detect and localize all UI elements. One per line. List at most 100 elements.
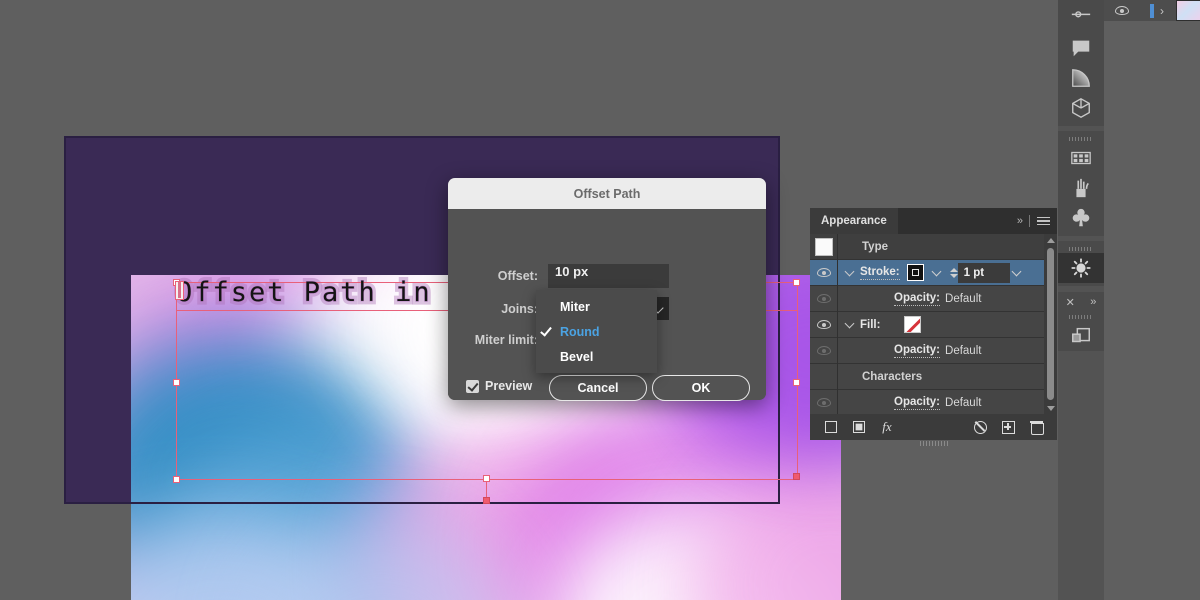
chevron-double-right-icon[interactable]: »: [1090, 296, 1096, 308]
appearance-panel[interactable]: Appearance » Type Stroke: 1 pt Opacity: …: [810, 208, 1057, 446]
fill-opacity-value: Default: [945, 344, 982, 357]
joins-dropdown-menu[interactable]: Miter Round Bevel: [536, 290, 657, 373]
stroke-visibility-toggle[interactable]: [810, 268, 837, 277]
chevron-right-icon[interactable]: ›: [1160, 4, 1164, 18]
row-divider: [837, 234, 838, 260]
menu-item-bevel[interactable]: Bevel: [536, 344, 657, 369]
menu-item-miter[interactable]: Miter: [536, 294, 657, 319]
clear-appearance-button[interactable]: [966, 420, 994, 434]
far-right-topbar[interactable]: ›: [1104, 0, 1200, 21]
panel-dock-rail[interactable]: ✕ »: [1058, 0, 1104, 600]
dock-properties-button[interactable]: [1058, 3, 1104, 33]
fill-opacity-visibility-toggle[interactable]: [810, 346, 837, 355]
appearance-panel-footer[interactable]: fx: [810, 414, 1057, 440]
stroke-weight-stepper[interactable]: [949, 267, 958, 278]
dock-brushes-button[interactable]: [1058, 173, 1104, 203]
fill-disclosure-toggle[interactable]: [838, 318, 860, 328]
dock-grip[interactable]: [1058, 312, 1104, 321]
menu-item-miter-label: Miter: [560, 299, 590, 314]
preview-row[interactable]: Preview: [466, 379, 532, 393]
stroke-color-swatch[interactable]: [906, 264, 924, 281]
offset-input[interactable]: 10 px: [548, 264, 669, 288]
appearance-row-stroke-opacity[interactable]: Opacity: Default: [810, 285, 1057, 312]
scrollbar-thumb[interactable]: [1047, 248, 1054, 400]
duplicate-item-icon: [1001, 420, 1015, 434]
scroll-up-button[interactable]: [1046, 234, 1055, 246]
anchor-type-handle-right[interactable]: [793, 473, 800, 480]
anchor-mid-left[interactable]: [173, 379, 180, 386]
appearance-row-fill[interactable]: Fill:: [810, 311, 1057, 338]
add-new-fill-button[interactable]: [845, 421, 873, 433]
dock-appearance-button[interactable]: [1058, 253, 1104, 283]
appearance-row-characters-opacity[interactable]: Opacity: Default: [810, 389, 1057, 414]
fill-label[interactable]: Fill:: [860, 319, 880, 331]
dock-gradient-button[interactable]: [1058, 63, 1104, 93]
dock-3d-button[interactable]: [1058, 93, 1104, 123]
appearance-row-type[interactable]: Type: [810, 234, 1057, 260]
eye-icon: [816, 268, 831, 277]
dock-grip[interactable]: [1058, 244, 1104, 253]
dialog-titlebar[interactable]: Offset Path: [448, 178, 766, 209]
chevron-double-right-icon[interactable]: »: [1017, 215, 1023, 227]
stroke-swatch-dropdown-icon[interactable]: [931, 266, 942, 276]
dock-comments-button[interactable]: [1058, 33, 1104, 63]
hamburger-menu-icon[interactable]: [1037, 216, 1050, 226]
stroke-disclosure-toggle[interactable]: [838, 266, 860, 276]
add-new-stroke-button[interactable]: [817, 421, 845, 433]
characters-opacity-label[interactable]: Opacity:: [894, 396, 941, 410]
expand-icon[interactable]: ✕: [1066, 296, 1075, 309]
anchor-type-handle[interactable]: [483, 497, 490, 504]
dock-symbols-button[interactable]: [1058, 203, 1104, 233]
object-thumbnail: [814, 237, 833, 256]
trash-icon: [1029, 421, 1044, 435]
miter-limit-field-row: Miter limit:: [466, 333, 538, 347]
dock-layers-button[interactable]: [1058, 321, 1104, 351]
preview-checkbox[interactable]: [466, 379, 479, 393]
preview-visibility-button[interactable]: [1104, 6, 1140, 15]
appearance-panel-tabbar[interactable]: Appearance »: [810, 208, 1057, 234]
fill-opacity-label[interactable]: Opacity:: [894, 344, 941, 358]
duplicate-item-button[interactable]: [994, 420, 1022, 434]
anchor-bottom-center[interactable]: [483, 475, 490, 482]
fill-color-swatch[interactable]: [904, 316, 922, 333]
stroke-weight-input[interactable]: 1 pt: [957, 262, 1010, 283]
cancel-button[interactable]: Cancel: [549, 375, 647, 401]
tab-appearance[interactable]: Appearance: [810, 208, 898, 234]
characters-label[interactable]: Characters: [862, 371, 922, 383]
fill-visibility-toggle[interactable]: [810, 320, 837, 329]
dock-group-1: [1058, 0, 1104, 126]
document-thumbnail[interactable]: [1176, 0, 1200, 21]
chevron-down-icon: [844, 318, 854, 328]
panel-resize-grip[interactable]: [919, 441, 948, 446]
stroke-weight-dropdown-icon[interactable]: [1011, 266, 1022, 276]
menu-item-bevel-label: Bevel: [560, 349, 594, 364]
dock-group-3: [1058, 241, 1104, 286]
brushes-icon: [1076, 178, 1089, 198]
appearance-row-stroke[interactable]: Stroke: 1 pt: [810, 259, 1057, 286]
add-new-fill-icon: [853, 421, 865, 433]
add-new-effect-button[interactable]: fx: [873, 419, 901, 435]
row-divider: [837, 389, 838, 414]
stroke-label[interactable]: Stroke:: [860, 266, 900, 280]
scroll-down-button[interactable]: [1046, 402, 1055, 414]
joins-label: Joins:: [501, 301, 538, 316]
anchor-mid-right[interactable]: [793, 379, 800, 386]
menu-item-round[interactable]: Round: [536, 319, 657, 344]
appearance-row-characters[interactable]: Characters: [810, 363, 1057, 390]
stroke-opacity-visibility-toggle[interactable]: [810, 294, 837, 303]
delete-item-button[interactable]: [1022, 421, 1050, 435]
far-right-body: [1104, 21, 1200, 600]
appearance-panel-scrollbar[interactable]: [1044, 234, 1057, 414]
characters-opacity-visibility-toggle[interactable]: [810, 398, 837, 407]
appearance-row-fill-opacity[interactable]: Opacity: Default: [810, 337, 1057, 364]
anchor-bottom-left[interactable]: [173, 476, 180, 483]
artwork-text[interactable]: Offset Path in: [176, 279, 432, 306]
dock-grip[interactable]: [1058, 134, 1104, 143]
stroke-opacity-label[interactable]: Opacity:: [894, 292, 941, 306]
far-right-strip: ›: [1104, 0, 1200, 600]
dock-swatches-button[interactable]: [1058, 143, 1104, 173]
anchor-top-right[interactable]: [793, 279, 800, 286]
appearance-item-list[interactable]: Type Stroke: 1 pt Opacity: Default Fill:…: [810, 234, 1057, 414]
layers-icon: [1072, 327, 1090, 343]
ok-button[interactable]: OK: [652, 375, 750, 401]
